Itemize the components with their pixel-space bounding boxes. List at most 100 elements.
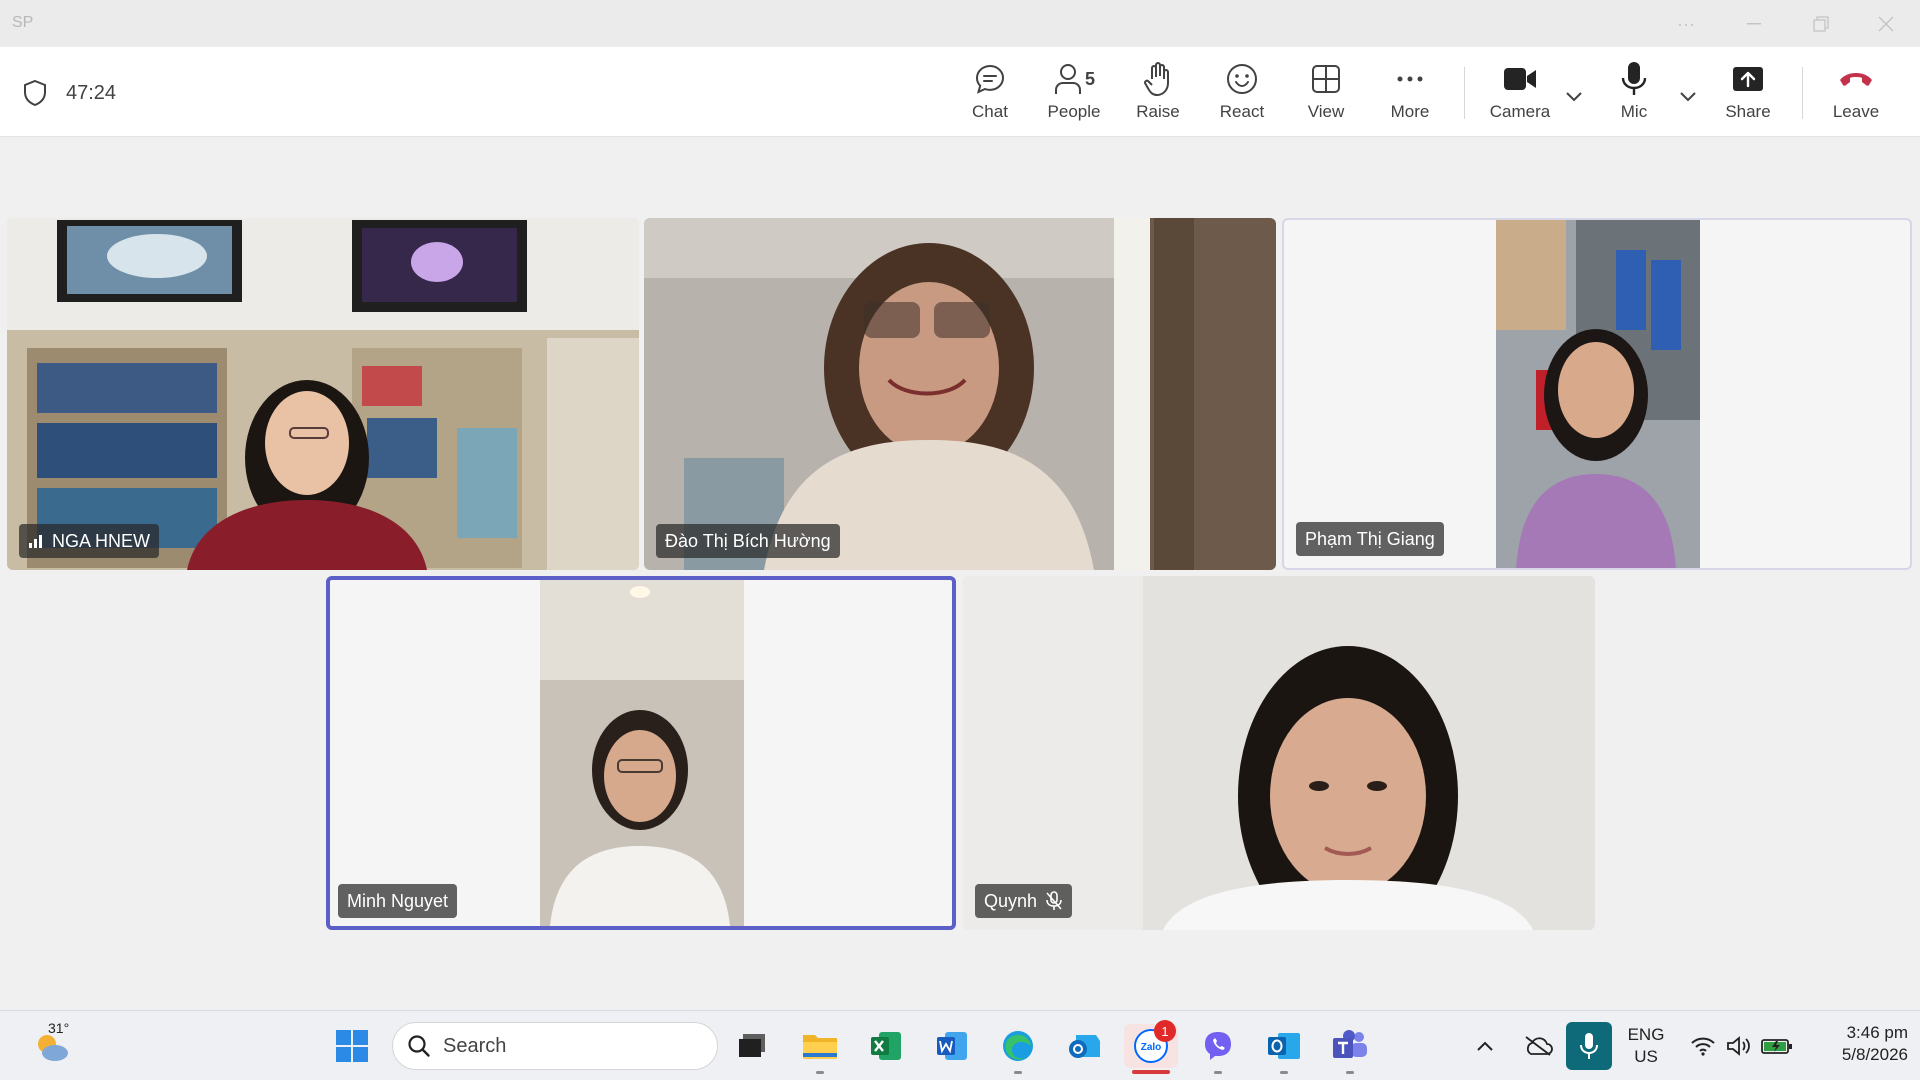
raise-hand-icon (1144, 62, 1169, 96)
camera-options-chevron-icon[interactable] (1562, 85, 1586, 109)
participant-name-tag: NGA HNEW (19, 524, 160, 558)
title-bar: SP ··· (0, 0, 1920, 47)
grid-view-icon (1312, 65, 1340, 93)
more-label: More (1390, 102, 1430, 121)
participant-tile[interactable]: Quynh (963, 576, 1595, 930)
microphone-icon (1621, 62, 1647, 95)
task-view-icon (739, 1034, 765, 1057)
excel-icon (871, 1032, 901, 1060)
taskbar-search[interactable]: Search (392, 1022, 718, 1070)
view-button[interactable]: View (1284, 61, 1368, 127)
people-count: 5 (1084, 68, 1095, 89)
meeting-toolbar: 47:24 Chat 5 People Raise React View Mor… (0, 47, 1920, 137)
share-screen-icon (1733, 67, 1763, 91)
participant-tile[interactable]: Đào Thị Bích Hường (644, 218, 1276, 570)
people-icon (1054, 64, 1081, 94)
outlook-new-icon (1069, 1035, 1100, 1058)
toolbar-divider (1802, 67, 1803, 119)
notification-badge: 1 (1154, 1020, 1176, 1042)
view-label: View (1307, 102, 1345, 121)
file-explorer-icon (803, 1035, 837, 1059)
start-button[interactable] (330, 1024, 374, 1068)
outlook-icon (1268, 1033, 1300, 1059)
leave-button[interactable]: Leave (1814, 61, 1898, 127)
battery-button[interactable] (1758, 1024, 1796, 1068)
participant-tile-active-speaker[interactable]: Minh Nguyet (326, 576, 956, 930)
taskbar-app[interactable] (798, 1024, 842, 1074)
clock[interactable]: 3:46 pm 5/8/2026 (1808, 1022, 1908, 1066)
language-code: ENG (1627, 1025, 1665, 1044)
chat-label: Chat (972, 102, 1008, 121)
taskbar-app-active[interactable]: Zalo 1 (1124, 1020, 1178, 1074)
participant-tile[interactable]: Phạm Thị Giang (1282, 218, 1912, 570)
maximize-button[interactable] (1801, 10, 1841, 38)
chevron-up-icon (1477, 1041, 1493, 1051)
microphone-in-use-indicator[interactable] (1566, 1022, 1612, 1070)
mic-button[interactable]: Mic (1592, 61, 1676, 127)
running-indicator (816, 1071, 824, 1074)
raise-label: Raise (1136, 102, 1180, 121)
toolbar-divider (1464, 67, 1465, 119)
taskbar-app[interactable] (996, 1024, 1040, 1074)
network-button[interactable] (1686, 1024, 1720, 1068)
participant-name: Phạm Thị Giang (1305, 528, 1435, 549)
participant-name-tag: Quynh (975, 884, 1073, 918)
participant-video (1496, 220, 1700, 568)
taskbar-app[interactable] (1328, 1024, 1372, 1074)
mic-options-chevron-icon[interactable] (1676, 85, 1700, 109)
leave-label: Leave (1832, 102, 1880, 121)
svg-text:Zalo: Zalo (1141, 1042, 1162, 1053)
taskbar-app[interactable] (864, 1024, 908, 1068)
more-icon (1397, 76, 1423, 82)
camera-button[interactable]: Camera (1478, 61, 1562, 127)
onedrive-status[interactable] (1518, 1024, 1558, 1068)
microphone-icon (1580, 1033, 1598, 1059)
react-button[interactable]: React (1200, 61, 1284, 127)
taskbar-app[interactable] (930, 1024, 974, 1068)
participant-name: Đào Thị Bích Hường (665, 530, 831, 551)
meeting-timer: 47:24 (66, 82, 117, 104)
participant-name-tag: Đào Thị Bích Hường (656, 524, 840, 558)
battery-charging-icon (1761, 1039, 1792, 1054)
participant-tile[interactable]: NGA HNEW (7, 218, 639, 570)
search-icon (408, 1035, 430, 1057)
volume-button[interactable] (1722, 1024, 1756, 1068)
running-indicator (1346, 1071, 1354, 1074)
wifi-icon (1691, 1037, 1715, 1056)
window-more-icon[interactable]: ··· (1666, 10, 1706, 38)
minimize-button[interactable] (1734, 10, 1774, 38)
participant-name: Quynh (984, 890, 1038, 911)
people-label: People (1047, 102, 1101, 121)
show-hidden-icons-button[interactable] (1470, 1024, 1500, 1068)
chat-icon (975, 64, 1005, 94)
region-code: US (1634, 1047, 1658, 1066)
mic-muted-icon (1046, 891, 1062, 910)
taskbar-app[interactable] (1262, 1024, 1306, 1074)
word-icon (937, 1032, 967, 1060)
cloud-off-icon (1525, 1036, 1553, 1056)
participant-video (7, 218, 639, 570)
running-indicator (1014, 1071, 1022, 1074)
participant-name-tag: Phạm Thị Giang (1296, 522, 1444, 556)
input-language[interactable]: ENG US (1620, 1024, 1672, 1068)
camera-icon (1504, 68, 1536, 90)
more-button[interactable]: More (1368, 61, 1452, 127)
clock-time: 3:46 pm (1846, 1023, 1908, 1042)
chat-button[interactable]: Chat (948, 61, 1032, 127)
people-button[interactable]: 5 People (1032, 61, 1116, 127)
share-button[interactable]: Share (1706, 61, 1790, 127)
taskbar-app[interactable] (1062, 1024, 1106, 1068)
weather-temp: 31° (48, 1020, 70, 1036)
participant-video (963, 576, 1595, 930)
video-stage: NGA HNEW Đào Thị Bích Hường Phạm Thị Gia… (0, 138, 1920, 1010)
speaker-icon (1727, 1036, 1750, 1056)
taskbar-app[interactable] (1196, 1024, 1240, 1074)
edge-icon (1003, 1031, 1033, 1061)
weather-widget[interactable]: 31° (28, 1020, 78, 1068)
taskbar-app[interactable] (730, 1024, 774, 1068)
close-window-button[interactable] (1866, 10, 1906, 38)
raise-hand-button[interactable]: Raise (1116, 61, 1200, 127)
clock-date: 5/8/2026 (1841, 1045, 1908, 1064)
start-icon (336, 1030, 368, 1062)
signal-strength-icon (29, 535, 42, 548)
